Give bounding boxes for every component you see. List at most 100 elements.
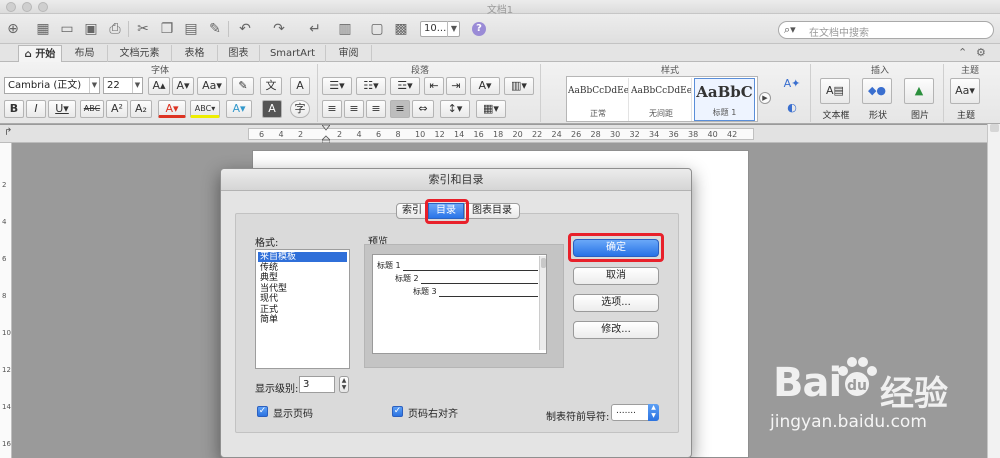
font-color-button[interactable]: A▾ [158,100,186,118]
preview-scroll-thumb[interactable] [541,258,546,268]
format-painter-icon[interactable]: ✎ [206,20,224,38]
themes-button[interactable]: 主题 [946,108,986,121]
gallery-icon[interactable]: ▢ [368,20,386,38]
change-case-button[interactable]: Aa▾ [197,77,227,95]
format-list[interactable]: 来自模板 传统 典型 当代型 现代 正式 简单 [255,249,350,369]
open-folder-icon[interactable]: ▭ [58,20,76,38]
align-right-button[interactable]: ≡ [366,100,386,118]
modify-button[interactable]: 修改... [573,321,659,339]
scrollbar-thumb[interactable] [990,124,999,132]
tab-tables[interactable]: 表格 [172,45,218,62]
preview-scrollbar[interactable] [539,256,546,350]
redo-icon[interactable]: ↷ [270,20,288,38]
text-effects-button[interactable]: A▾ [226,100,252,118]
chevron-down-icon[interactable]: ▼ [447,21,460,37]
tab-charts[interactable]: 图表 [218,45,260,62]
underline-button[interactable]: U▾ [48,100,76,118]
format-option[interactable]: 当代型 [258,284,347,294]
tab-layout[interactable]: 布局 [62,45,108,62]
decrease-indent-button[interactable]: ⇤ [424,77,444,95]
save-icon[interactable]: ▣ [82,20,100,38]
format-option[interactable]: 传统 [258,263,347,273]
format-option[interactable]: 典型 [258,273,347,283]
picture-icon[interactable]: ▲ [904,78,934,104]
options-button[interactable]: 选项... [573,294,659,312]
tab-table-of-figures[interactable]: 图表目录 [464,203,520,219]
pilcrow-icon[interactable]: ↵ [306,20,324,38]
phonetic-guide-button[interactable]: 文 [260,77,282,95]
themes-icon[interactable]: Aa▾ [950,78,980,104]
bold-button[interactable]: B [4,100,24,118]
tab-document-elements[interactable]: 文档元素 [108,45,172,62]
shapes-icon[interactable]: ◆● [862,78,892,104]
align-center-button[interactable]: ≡ [344,100,364,118]
distributed-button[interactable]: ⇔ [412,100,434,118]
format-option[interactable]: 正式 [258,305,347,315]
cut-icon[interactable]: ✂ [134,20,152,38]
bullets-button[interactable]: ☰▾ [322,77,352,95]
manage-styles-icon[interactable]: ◐ [780,100,804,118]
grow-font-button[interactable]: A▴ [148,77,170,95]
sort-button[interactable]: A▾ [470,77,500,95]
character-shading-button[interactable]: A [262,100,282,118]
numbering-button[interactable]: ☷▾ [356,77,386,95]
show-levels-stepper[interactable]: ▲ ▼ [339,376,349,393]
undo-icon[interactable]: ↶ [236,20,254,38]
show-page-numbers-checkbox[interactable]: ✓ [257,406,268,417]
show-levels-input[interactable]: 3 [299,376,335,393]
indent-marker-icon[interactable] [322,125,330,143]
text-box-icon[interactable]: A▤ [820,78,850,104]
ribbon-settings-icon[interactable]: ⚙ [976,46,986,59]
sidebar-icon[interactable]: ▥ [336,20,354,38]
copy-icon[interactable]: ❐ [158,20,176,38]
style-heading-1[interactable]: AaBbC 标题 1 [694,78,755,121]
subscript-button[interactable]: A₂ [130,100,152,118]
shrink-font-button[interactable]: A▾ [172,77,194,95]
style-normal[interactable]: AaBbCcDdEe 正常 [568,78,629,121]
toolbox-icon[interactable]: ▩ [392,20,410,38]
text-box-button[interactable]: 文本框 [816,108,856,121]
justify-button[interactable]: ≡ [390,100,410,118]
character-border-button[interactable]: A [290,77,310,95]
strikethrough-button[interactable]: ABC [80,100,104,118]
vertical-ruler[interactable]: 2 4 6 8 10 12 14 16 [0,143,12,458]
print-icon[interactable]: ⎙ [106,20,124,38]
align-left-button[interactable]: ≡ [322,100,342,118]
template-gallery-icon[interactable]: ▦ [34,20,52,38]
tab-leader-select[interactable]: ....... ▲ ▼ [611,404,659,421]
picture-button[interactable]: 图片 [900,108,940,121]
tab-stop-selector-icon[interactable]: ↱ [4,127,12,138]
italic-button[interactable]: I [26,100,46,118]
search-field[interactable]: ⌕▾ 在文档中搜索 [778,21,994,39]
columns-button[interactable]: ▥▾ [504,77,534,95]
tab-review[interactable]: 审阅 [326,45,372,62]
cancel-button[interactable]: 取消 [573,267,659,285]
collapse-ribbon-icon[interactable]: ⌃ [958,46,967,59]
tab-index[interactable]: 索引 [396,203,428,219]
clear-formatting-button[interactable]: ✎ [232,77,254,95]
tab-smartart[interactable]: SmartArt [260,45,326,62]
search-input[interactable]: 在文档中搜索 [809,24,869,39]
format-option[interactable]: 简单 [258,315,347,325]
highlight-color-button[interactable]: ABC▾ [190,100,220,118]
tab-home[interactable]: ⌂ 开始 [18,45,62,62]
increase-indent-button[interactable]: ⇥ [446,77,466,95]
multilevel-list-button[interactable]: ☲▾ [390,77,420,95]
style-no-spacing[interactable]: AaBbCcDdEe 无间距 [631,78,692,121]
vertical-scrollbar[interactable] [987,124,1000,458]
font-name-select[interactable]: Cambria (正文) ▼ [4,77,100,94]
font-size-select[interactable]: 22 ▼ [103,77,143,94]
styles-pane-icon[interactable]: A✦ [780,76,804,94]
new-document-icon[interactable]: ⊕ [4,20,22,38]
paste-icon[interactable]: ▤ [182,20,200,38]
shapes-button[interactable]: 形状 [858,108,898,121]
right-align-checkbox[interactable]: ✓ [392,406,403,417]
enclose-characters-button[interactable]: 字 [290,100,310,118]
format-option[interactable]: 现代 [258,294,347,304]
gallery-next-icon[interactable]: ▶ [759,92,771,104]
help-icon[interactable]: ? [472,22,486,36]
borders-button[interactable]: ▦▾ [476,100,506,118]
line-spacing-button[interactable]: ↕▾ [440,100,470,118]
format-option[interactable]: 来自模板 [258,252,347,262]
superscript-button[interactable]: A² [106,100,128,118]
